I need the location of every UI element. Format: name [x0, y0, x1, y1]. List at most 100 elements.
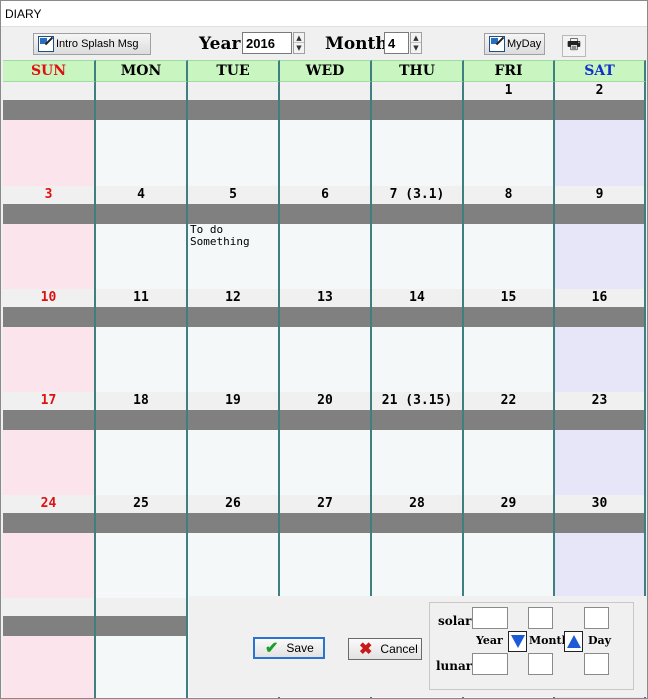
day-cell[interactable]	[372, 82, 464, 185]
day-title-bar[interactable]	[188, 100, 278, 120]
day-cell[interactable]: 18	[96, 392, 188, 495]
month-down-icon[interactable]: ▼	[411, 43, 421, 53]
day-cell[interactable]: 13	[280, 289, 372, 392]
lunar-to-solar-button[interactable]	[564, 631, 583, 652]
day-cell[interactable]: 28	[372, 495, 464, 598]
day-title-bar[interactable]	[464, 307, 553, 327]
date-label: 3	[3, 186, 94, 204]
solar-day-field[interactable]	[584, 607, 609, 629]
day-cell[interactable]: 25	[96, 495, 188, 598]
day-cell[interactable]: 22	[464, 392, 555, 495]
day-cell[interactable]: 3	[3, 186, 96, 289]
day-cell[interactable]	[96, 598, 188, 699]
day-cell[interactable]: 17	[3, 392, 96, 495]
solar-month-field[interactable]	[528, 607, 553, 629]
day-title-bar[interactable]	[555, 307, 644, 327]
month-input[interactable]: 4	[384, 32, 409, 54]
day-title-bar[interactable]	[188, 204, 278, 224]
day-cell[interactable]	[188, 82, 280, 185]
day-cell[interactable]: 10	[3, 289, 96, 392]
day-title-bar[interactable]	[555, 100, 644, 120]
day-title-bar[interactable]	[3, 100, 94, 120]
date-label: 12	[188, 289, 278, 307]
day-title-bar[interactable]	[372, 513, 462, 533]
day-cell[interactable]: 12	[188, 289, 280, 392]
save-button[interactable]: ✔ Save	[253, 637, 325, 659]
date-label: 13	[280, 289, 370, 307]
day-title-bar[interactable]	[280, 204, 370, 224]
day-title-bar[interactable]	[3, 204, 94, 224]
day-title-bar[interactable]	[188, 410, 278, 430]
day-title-bar[interactable]	[372, 100, 462, 120]
intro-splash-button[interactable]: Intro Splash Msg	[33, 33, 151, 55]
day-cell[interactable]: 4	[96, 186, 188, 289]
day-title-bar[interactable]	[555, 410, 644, 430]
day-title-bar[interactable]	[280, 307, 370, 327]
day-cell[interactable]: 8	[464, 186, 555, 289]
day-title-bar[interactable]	[372, 204, 462, 224]
day-cell[interactable]: 30	[555, 495, 646, 598]
day-title-bar[interactable]	[96, 616, 186, 636]
day-cell[interactable]: 29	[464, 495, 555, 598]
lunar-month-field[interactable]	[528, 653, 553, 675]
myday-button[interactable]: MyDay	[484, 33, 545, 55]
day-title-bar[interactable]	[372, 307, 462, 327]
day-cell[interactable]: 6	[280, 186, 372, 289]
day-title-bar[interactable]	[280, 410, 370, 430]
day-title-bar[interactable]	[96, 410, 186, 430]
day-title-bar[interactable]	[96, 204, 186, 224]
year-input[interactable]: 2016	[242, 32, 292, 54]
day-title-bar[interactable]	[3, 513, 94, 533]
day-cell[interactable]	[280, 82, 372, 185]
day-cell[interactable]: 24	[3, 495, 96, 598]
day-cell[interactable]: 19	[188, 392, 280, 495]
day-cell[interactable]	[3, 598, 96, 699]
cancel-button[interactable]: ✖ Cancel	[348, 638, 422, 660]
day-cell[interactable]: 15	[464, 289, 555, 392]
cross-icon: ✖	[359, 641, 373, 658]
year-down-icon[interactable]: ▼	[294, 43, 304, 53]
year-spinner[interactable]: ▲ ▼	[293, 32, 305, 54]
day-title-bar[interactable]	[372, 410, 462, 430]
day-title-bar[interactable]	[464, 410, 553, 430]
day-title-bar[interactable]	[280, 513, 370, 533]
day-title-bar[interactable]	[3, 616, 94, 636]
day-title-bar[interactable]	[464, 100, 553, 120]
day-cell[interactable]: 9	[555, 186, 646, 289]
lunar-year-field[interactable]	[472, 653, 508, 675]
day-cell[interactable]: 26	[188, 495, 280, 598]
day-title-bar[interactable]	[3, 307, 94, 327]
solar-to-lunar-button[interactable]	[508, 631, 527, 652]
day-title-bar[interactable]	[188, 307, 278, 327]
day-cell[interactable]: 14	[372, 289, 464, 392]
day-cell[interactable]: 1	[464, 82, 555, 185]
day-title-bar[interactable]	[555, 204, 644, 224]
diary-window: DIARY Intro Splash Msg Year 2016 ▲ ▼ Mon…	[0, 0, 648, 699]
day-cell[interactable]: 21 (3.15)	[372, 392, 464, 495]
day-title-bar[interactable]	[188, 513, 278, 533]
lunar-day-field[interactable]	[584, 653, 609, 675]
day-title-bar[interactable]	[96, 307, 186, 327]
day-title-bar[interactable]	[96, 100, 186, 120]
day-title-bar[interactable]	[464, 204, 553, 224]
day-title-bar[interactable]	[464, 513, 553, 533]
year-up-icon[interactable]: ▲	[294, 33, 304, 43]
day-title-bar[interactable]	[96, 513, 186, 533]
solar-year-field[interactable]	[472, 607, 508, 629]
day-title-bar[interactable]	[3, 410, 94, 430]
print-button[interactable]: 🖶	[562, 35, 586, 57]
day-cell[interactable]: 11	[96, 289, 188, 392]
month-up-icon[interactable]: ▲	[411, 33, 421, 43]
day-note-text[interactable]: To do Something	[190, 224, 250, 248]
day-cell[interactable]: 27	[280, 495, 372, 598]
day-title-bar[interactable]	[280, 100, 370, 120]
day-cell[interactable]: 2	[555, 82, 646, 185]
day-cell[interactable]: 23	[555, 392, 646, 495]
day-cell[interactable]	[96, 82, 188, 185]
day-title-bar[interactable]	[555, 513, 644, 533]
day-cell[interactable]: 20	[280, 392, 372, 495]
day-cell[interactable]: 16	[555, 289, 646, 392]
day-cell[interactable]: 7 (3.1)	[372, 186, 464, 289]
day-cell[interactable]	[3, 82, 96, 185]
month-spinner[interactable]: ▲ ▼	[410, 32, 422, 54]
